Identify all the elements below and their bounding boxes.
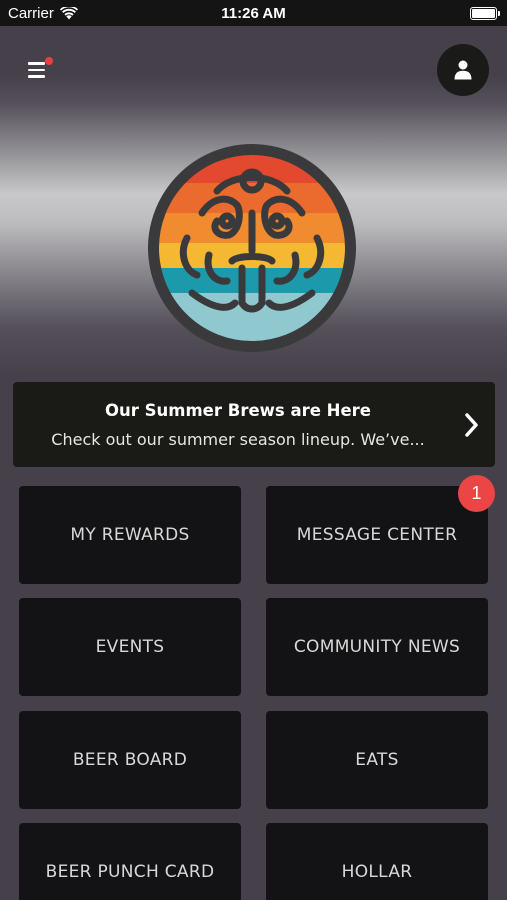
tile-hollar[interactable]: HOLLAR [266, 823, 488, 900]
user-icon [454, 60, 472, 80]
banner-arrow[interactable] [449, 412, 495, 437]
tile-community-news[interactable]: COMMUNITY NEWS [266, 598, 488, 696]
tile-beer-punch-card[interactable]: BEER PUNCH CARD [19, 823, 241, 900]
chevron-right-icon [465, 412, 478, 437]
tile-beer-board[interactable]: BEER BOARD [19, 711, 241, 809]
tile-events[interactable]: EVENTS [19, 598, 241, 696]
message-count-badge: 1 [458, 475, 495, 512]
tile-message-center[interactable]: MESSAGE CENTER [266, 486, 488, 584]
wifi-icon [59, 6, 78, 19]
battery-icon [470, 6, 500, 20]
profile-button[interactable] [437, 44, 489, 96]
hamburger-bar [28, 68, 45, 72]
tiki-mask-logo [148, 144, 356, 352]
banner-text: Our Summer Brews are Here Check out our … [13, 401, 449, 449]
banner-title: Our Summer Brews are Here [105, 400, 371, 420]
status-left: Carrier [8, 5, 78, 22]
tile-my-rewards[interactable]: MY REWARDS [19, 486, 241, 584]
notification-dot [45, 57, 53, 65]
carrier-label: Carrier [8, 4, 54, 22]
banner-body: Check out our summer season lineup. We’v… [51, 429, 425, 449]
tile-eats[interactable]: EATS [266, 711, 488, 809]
menu-button[interactable] [28, 57, 53, 80]
hamburger-bar [28, 75, 45, 78]
status-bar: Carrier 11:26 AM [0, 0, 507, 26]
hamburger-menu-icon [28, 62, 45, 65]
promo-banner[interactable]: Our Summer Brews are Here Check out our … [13, 382, 495, 467]
